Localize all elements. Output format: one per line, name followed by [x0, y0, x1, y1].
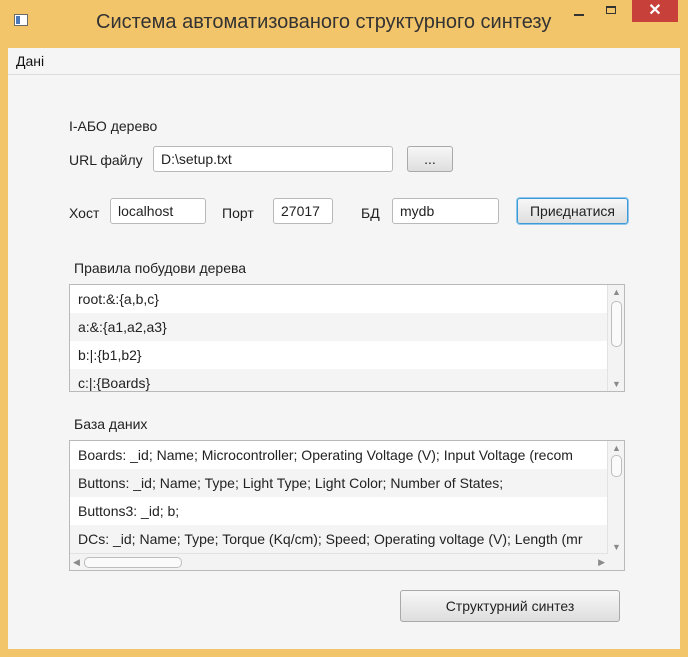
- minimize-button[interactable]: [566, 0, 592, 22]
- host-label: Хост: [69, 205, 100, 221]
- list-item[interactable]: Buttons: _id; Name; Type; Light Type; Li…: [70, 469, 624, 497]
- application-window: Система автоматизованого структурного си…: [0, 0, 688, 657]
- list-item[interactable]: DCs: _id; Name; Type; Torque (Kq/cm); Sp…: [70, 525, 624, 553]
- list-item[interactable]: Buttons3: _id; b;: [70, 497, 624, 525]
- url-field[interactable]: D:\setup.txt: [153, 146, 393, 172]
- database-horizontal-scrollbar[interactable]: ◀ ▶: [70, 553, 608, 570]
- scroll-up-arrow-icon[interactable]: ▲: [612, 443, 621, 453]
- browse-button[interactable]: ...: [407, 146, 453, 172]
- connect-button[interactable]: Приєднатися: [517, 198, 628, 224]
- rules-list[interactable]: root:&:{a,b,c} a:&:{a1,a2,a3} b:|:{b1,b2…: [69, 284, 625, 392]
- close-icon: ✕: [648, 2, 662, 19]
- list-item[interactable]: c:|:{Boards}: [70, 369, 624, 391]
- scroll-left-arrow-icon[interactable]: ◀: [73, 557, 80, 567]
- scroll-down-arrow-icon[interactable]: ▼: [612, 542, 621, 552]
- port-label: Порт: [222, 205, 254, 221]
- maximize-button[interactable]: [598, 0, 624, 22]
- scrollbar-thumb[interactable]: [611, 301, 622, 347]
- port-field[interactable]: 27017: [273, 198, 333, 224]
- window-title: Система автоматизованого структурного си…: [96, 11, 552, 33]
- database-heading: База даних: [74, 416, 148, 432]
- list-item[interactable]: b:|:{b1,b2}: [70, 341, 624, 369]
- rules-heading: Правила побудови дерева: [74, 260, 247, 276]
- app-icon: [14, 14, 28, 26]
- structural-synthesis-button[interactable]: Структурний синтез: [400, 590, 620, 622]
- host-field[interactable]: localhost: [110, 198, 206, 224]
- scroll-up-arrow-icon[interactable]: ▲: [612, 287, 621, 297]
- list-item[interactable]: root:&:{a,b,c}: [70, 285, 624, 313]
- tree-section-heading: І-АБО дерево: [69, 118, 158, 134]
- list-item[interactable]: Boards: _id; Name; Microcontroller; Oper…: [70, 441, 624, 469]
- scroll-right-arrow-icon[interactable]: ▶: [598, 557, 605, 567]
- db-field[interactable]: mydb: [392, 198, 499, 224]
- scrollbar-thumb[interactable]: [84, 557, 182, 568]
- url-label: URL файлу: [69, 152, 143, 168]
- scrollbar-corner: [608, 554, 624, 570]
- db-label: БД: [361, 205, 380, 221]
- rules-vertical-scrollbar[interactable]: ▲ ▼: [607, 285, 624, 391]
- list-item[interactable]: a:&:{a1,a2,a3}: [70, 313, 624, 341]
- scroll-down-arrow-icon[interactable]: ▼: [612, 379, 621, 389]
- menu-item-data[interactable]: Дані: [16, 53, 44, 69]
- scrollbar-thumb[interactable]: [611, 455, 622, 477]
- window-client-area: Дані І-АБО дерево URL файлу D:\setup.txt…: [8, 48, 680, 649]
- title-bar[interactable]: Система автоматизованого структурного си…: [0, 0, 688, 48]
- menu-bar: Дані: [8, 48, 680, 75]
- database-vertical-scrollbar[interactable]: ▲ ▼: [607, 441, 624, 554]
- close-button[interactable]: ✕: [632, 0, 678, 22]
- database-list[interactable]: Boards: _id; Name; Microcontroller; Oper…: [69, 440, 625, 571]
